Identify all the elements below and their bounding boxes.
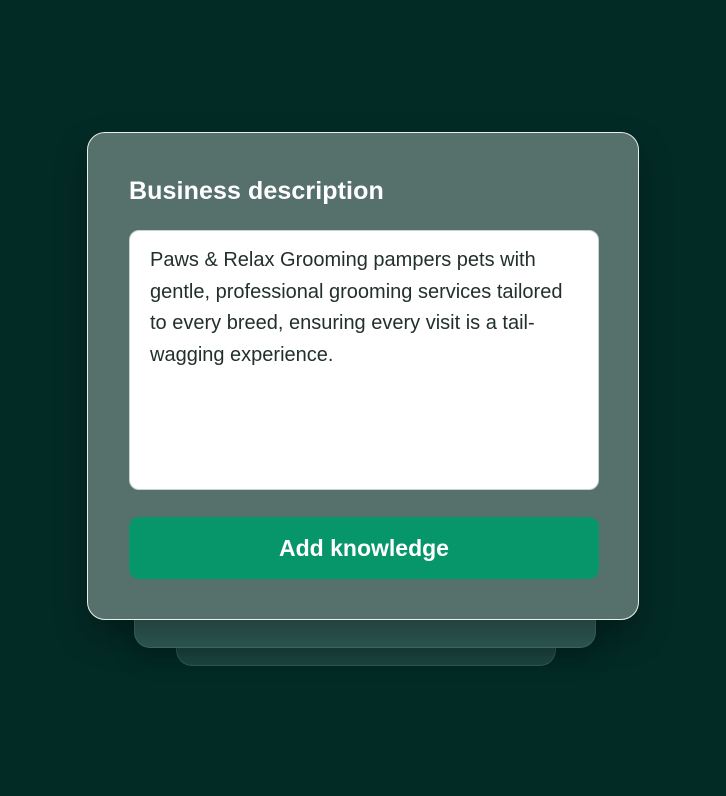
business-description-textarea[interactable]: Paws & Relax Grooming pampers pets with … — [129, 230, 599, 490]
add-knowledge-button[interactable]: Add knowledge — [129, 517, 599, 579]
card-title: Business description — [129, 177, 384, 205]
business-description-card: Business description Paws & Relax Groomi… — [87, 132, 639, 620]
